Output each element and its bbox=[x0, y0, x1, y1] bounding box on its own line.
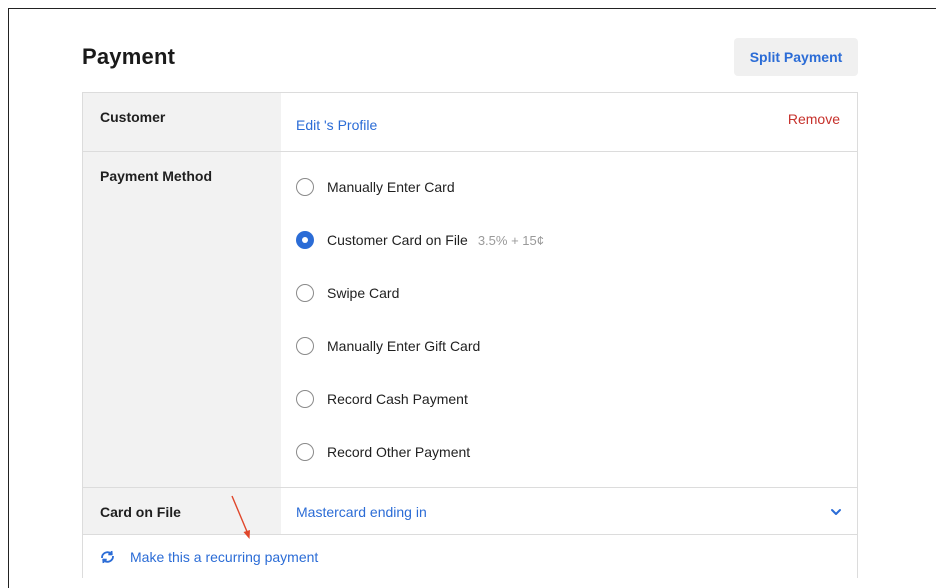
payment-option-gift-card[interactable]: Manually Enter Gift Card bbox=[296, 335, 480, 357]
radio-button[interactable] bbox=[296, 337, 314, 355]
split-payment-button[interactable]: Split Payment bbox=[734, 38, 858, 76]
payment-option-label: Manually Enter Gift Card bbox=[327, 338, 481, 354]
payment-option-label: Swipe Card bbox=[327, 285, 400, 301]
radio-button[interactable] bbox=[296, 390, 314, 408]
radio-button[interactable] bbox=[296, 284, 314, 302]
payment-option-manual-card[interactable]: Manually Enter Card bbox=[296, 176, 455, 198]
radio-button[interactable] bbox=[296, 178, 314, 196]
payment-option-card-on-file[interactable]: Customer Card on File 3.5% + 15¢ bbox=[296, 229, 544, 251]
payment-option-label: Record Other Payment bbox=[327, 444, 471, 460]
payment-method-options: Manually Enter Card Customer Card on Fil… bbox=[281, 152, 857, 487]
customer-row: Customer Edit 's Profile Remove bbox=[83, 93, 857, 152]
chevron-down-icon[interactable] bbox=[829, 505, 843, 519]
card-on-file-select[interactable]: Mastercard ending in bbox=[281, 488, 857, 534]
payment-option-cash[interactable]: Record Cash Payment bbox=[296, 388, 468, 410]
payment-method-label: Payment Method bbox=[83, 152, 281, 487]
payment-option-other[interactable]: Record Other Payment bbox=[296, 441, 470, 463]
edit-profile-link[interactable]: Edit 's Profile bbox=[296, 117, 377, 133]
page-title: Payment bbox=[82, 44, 176, 69]
processing-fee: 3.5% + 15¢ bbox=[477, 232, 544, 248]
payment-option-label: Customer Card on File bbox=[327, 232, 468, 248]
card-on-file-row: Card on File Mastercard ending in bbox=[83, 488, 857, 535]
payment-option-label: Record Cash Payment bbox=[327, 391, 468, 407]
payment-method-row: Payment Method Manually Enter Card Custo… bbox=[83, 152, 857, 488]
customer-content: Edit 's Profile Remove bbox=[281, 93, 857, 151]
customer-label: Customer bbox=[83, 93, 281, 151]
recurring-row: Make this a recurring payment bbox=[83, 535, 857, 579]
radio-button[interactable] bbox=[296, 443, 314, 461]
refresh-icon bbox=[101, 550, 114, 564]
payment-option-swipe-card[interactable]: Swipe Card bbox=[296, 282, 399, 304]
recurring-payment-label[interactable]: Make this a recurring payment bbox=[130, 549, 318, 565]
payment-form: Customer Edit 's Profile Remove Payment … bbox=[82, 92, 858, 578]
payment-option-label: Manually Enter Card bbox=[327, 179, 455, 195]
remove-customer-link[interactable]: Remove bbox=[788, 111, 840, 127]
radio-button-selected[interactable] bbox=[296, 231, 314, 249]
recurring-payment-link[interactable]: Make this a recurring payment bbox=[99, 549, 318, 565]
card-select-value[interactable]: Mastercard ending in bbox=[296, 504, 427, 520]
arrow-annotation-icon bbox=[231, 495, 250, 539]
